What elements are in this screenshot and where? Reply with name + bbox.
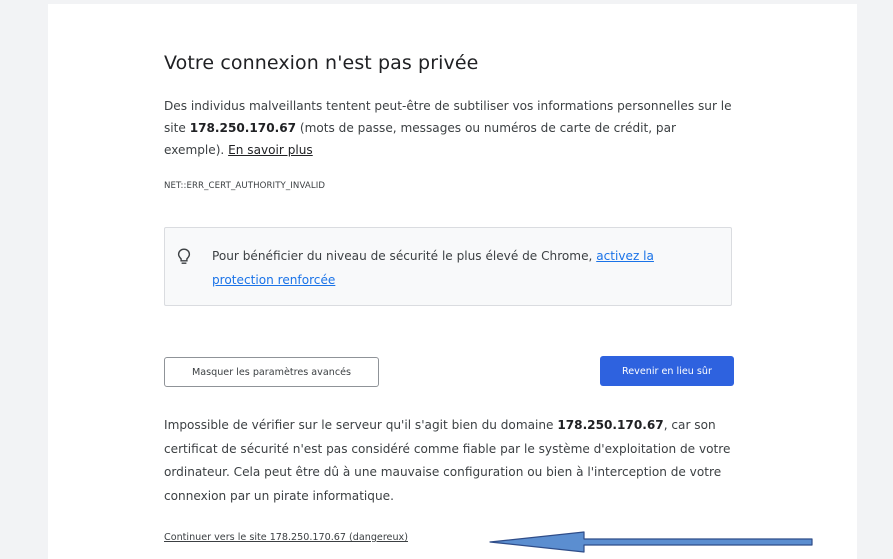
lightbulb-icon <box>177 248 191 264</box>
details-message: Impossible de vérifier sur le serveur qu… <box>164 414 744 508</box>
proceed-unsafe-link[interactable]: Continuer vers le site 178.250.170.67 (d… <box>164 532 408 543</box>
alert-icon <box>164 4 226 12</box>
page-title: Votre connexion n'est pas privée <box>164 52 479 74</box>
enhanced-protection-message: Pour bénéficier du niveau de sécurité le… <box>212 244 712 292</box>
hide-advanced-button[interactable]: Masquer les paramètres avancés <box>164 357 379 387</box>
arrow-annotation <box>489 531 813 553</box>
learn-more-link[interactable]: En savoir plus <box>228 143 313 157</box>
details-host: 178.250.170.67 <box>557 418 664 432</box>
interstitial-page: Votre connexion n'est pas privée Des ind… <box>48 4 857 559</box>
details-text: Impossible de vérifier sur le serveur qu… <box>164 418 558 432</box>
error-code: NET::ERR_CERT_AUTHORITY_INVALID <box>164 181 326 191</box>
main-message: Des individus malveillants tentent peut-… <box>164 95 739 161</box>
back-to-safety-button[interactable]: Revenir en lieu sûr <box>600 356 734 386</box>
enhanced-protection-box: Pour bénéficier du niveau de sécurité le… <box>164 227 732 306</box>
site-host: 178.250.170.67 <box>189 121 297 135</box>
enhanced-protection-text: Pour bénéficier du niveau de sécurité le… <box>212 249 597 263</box>
